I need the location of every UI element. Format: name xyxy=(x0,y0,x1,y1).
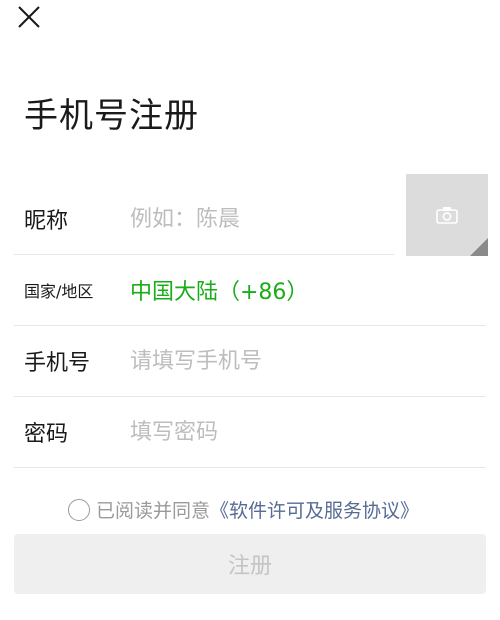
phone-label: 手机号 xyxy=(24,351,91,376)
nickname-label: 昵称 xyxy=(24,209,69,234)
password-input[interactable] xyxy=(130,419,370,445)
agreement-link[interactable]: 《软件许可及服务协议》 xyxy=(210,496,419,523)
nickname-input[interactable] xyxy=(130,206,370,232)
close-button[interactable] xyxy=(14,2,44,32)
region-label: 国家/地区 xyxy=(24,282,94,301)
agreement-text: 已阅读并同意 xyxy=(96,500,211,522)
close-icon xyxy=(18,6,40,28)
camera-icon xyxy=(436,207,458,224)
phone-input[interactable] xyxy=(130,348,370,374)
avatar-corner-indicator xyxy=(470,238,488,256)
agreement-radio[interactable] xyxy=(68,498,90,521)
region-selector[interactable]: 中国大陆（+86） xyxy=(130,274,308,306)
avatar-picker[interactable] xyxy=(406,174,488,256)
phone-row: 手机号 xyxy=(14,326,486,397)
nickname-row: 昵称 xyxy=(14,184,394,255)
register-button[interactable]: 注册 xyxy=(14,534,486,594)
password-row: 密码 xyxy=(14,397,486,468)
register-page: 手机号注册 昵称 国家/地区 中国大陆（+86） 手机号 密码 已阅读并同意 xyxy=(0,0,500,620)
page-title: 手机号注册 xyxy=(24,96,199,136)
agreement-row: 已阅读并同意 《软件许可及服务协议》 xyxy=(68,496,419,523)
region-row[interactable]: 国家/地区 中国大陆（+86） xyxy=(14,255,486,326)
password-label: 密码 xyxy=(24,422,69,447)
